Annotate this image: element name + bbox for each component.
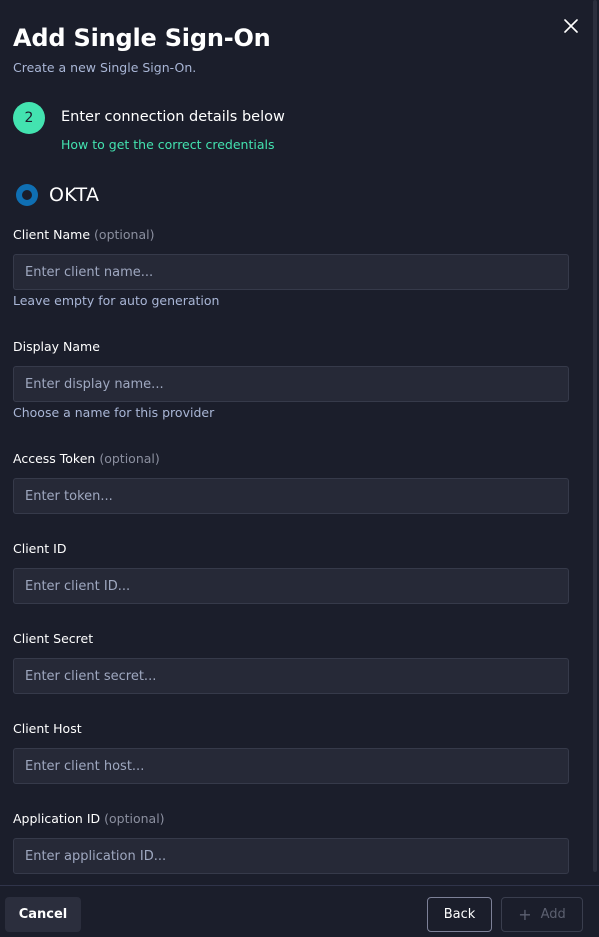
display-name-input[interactable] [13, 366, 569, 402]
optional-tag: (optional) [104, 811, 165, 826]
display-name-help: Choose a name for this provider [13, 405, 215, 420]
add-button-label: Add [540, 907, 566, 922]
client-host-input[interactable] [13, 748, 569, 784]
client-name-help: Leave empty for auto generation [13, 293, 220, 308]
client-name-label-text: Client Name [13, 227, 91, 242]
client-secret-input[interactable] [13, 658, 569, 694]
credentials-help-link[interactable]: How to get the correct credentials [61, 137, 275, 152]
client-id-input[interactable] [13, 568, 569, 604]
okta-logo-icon [16, 184, 38, 206]
client-name-label: Client Name (optional) [13, 227, 154, 242]
dialog-title: Add Single Sign-On [13, 24, 271, 52]
back-button[interactable]: Back [427, 897, 492, 932]
client-name-input[interactable] [13, 254, 569, 290]
access-token-label: Access Token (optional) [13, 451, 160, 466]
application-id-input[interactable] [13, 838, 569, 874]
sso-dialog: Add Single Sign-On Create a new Single S… [0, 0, 599, 885]
close-icon [564, 19, 578, 33]
step-number-badge: 2 [13, 102, 45, 134]
optional-tag: (optional) [94, 227, 155, 242]
dialog-subtitle: Create a new Single Sign-On. [13, 60, 197, 75]
client-secret-label: Client Secret [13, 631, 94, 646]
plus-icon: + [518, 904, 532, 924]
provider-name: OKTA [49, 184, 100, 206]
close-button[interactable] [561, 16, 581, 36]
access-token-label-text: Access Token [13, 451, 96, 466]
cancel-button[interactable]: Cancel [5, 897, 81, 932]
step-title: Enter connection details below [61, 109, 285, 125]
optional-tag: (optional) [99, 451, 160, 466]
display-name-label: Display Name [13, 339, 100, 354]
access-token-input[interactable] [13, 478, 569, 514]
client-id-label: Client ID [13, 541, 67, 556]
dialog-footer: Cancel Back + Add [0, 885, 599, 937]
provider-header: OKTA [16, 184, 99, 206]
application-id-label-text: Application ID [13, 811, 101, 826]
application-id-label: Application ID (optional) [13, 811, 165, 826]
add-button[interactable]: + Add [501, 897, 583, 932]
client-host-label: Client Host [13, 721, 82, 736]
scrollbar[interactable] [593, 0, 597, 872]
